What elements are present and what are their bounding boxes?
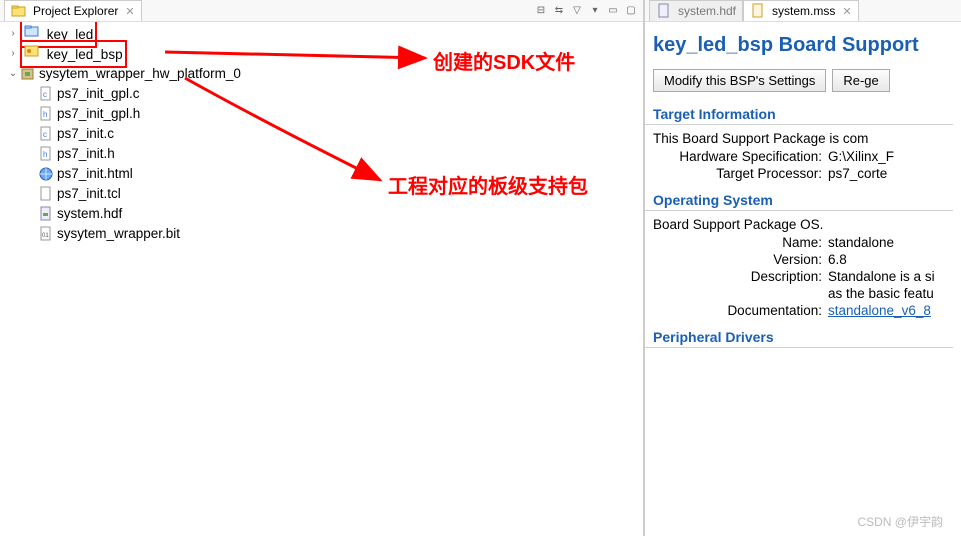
tree-item-hw-platform[interactable]: ⌄ sysytem_wrapper_hw_platform_0 <box>6 64 643 84</box>
explorer-title: Project Explorer <box>33 4 118 18</box>
os-version-label: Version: <box>653 252 828 267</box>
h-file-icon: h <box>38 146 54 162</box>
bsp-editor: key_led_bsp Board Support Modify this BS… <box>645 22 961 352</box>
file-label: ps7_init.tcl <box>57 184 121 204</box>
mss-file-icon <box>750 3 766 19</box>
hw-spec-label: Hardware Specification: <box>653 149 828 164</box>
collapse-icon[interactable]: ⌄ <box>6 64 20 84</box>
explorer-toolbar: ⊟ ⇆ ▽ ▾ ▭ ▢ <box>533 3 639 19</box>
c-file-icon: c <box>38 86 54 102</box>
os-desc-label: Description: <box>653 269 828 284</box>
svg-text:c: c <box>43 130 47 139</box>
expand-icon[interactable]: › <box>6 24 20 44</box>
file-label: ps7_init_gpl.c <box>57 84 140 104</box>
bit-file-icon: 01 <box>38 226 54 242</box>
target-proc-label: Target Processor: <box>653 166 828 181</box>
tree-item-key-led-bsp[interactable]: › key_led_bsp <box>6 44 643 64</box>
regenerate-button[interactable]: Re-ge <box>832 69 889 92</box>
view-menu-icon[interactable]: ▾ <box>587 3 603 19</box>
filter-icon[interactable]: ▽ <box>569 3 585 19</box>
tree-label: key_led_bsp <box>47 47 123 62</box>
maximize-icon[interactable]: ▢ <box>623 3 639 19</box>
tree-item-file[interactable]: ps7_init.html <box>6 164 643 184</box>
project-icon <box>24 23 40 39</box>
bsp-icon <box>24 43 40 59</box>
os-desc-value-2: as the basic featu <box>828 286 961 301</box>
svg-text:01: 01 <box>42 233 49 239</box>
close-icon[interactable]: ✕ <box>842 5 851 18</box>
section-os: Operating System <box>645 182 953 211</box>
file-label: sysytem_wrapper.bit <box>57 224 180 244</box>
file-label: ps7_init.h <box>57 144 115 164</box>
project-explorer-panel: Project Explorer ✕ ⊟ ⇆ ▽ ▾ ▭ ▢ › key_led <box>0 0 645 536</box>
file-label: ps7_init.c <box>57 124 114 144</box>
hw-spec-value: G:\Xilinx_F <box>828 149 961 164</box>
file-label: system.hdf <box>57 204 122 224</box>
tab-system-mss[interactable]: system.mss ✕ <box>743 0 859 21</box>
os-name-value: standalone <box>828 235 961 250</box>
h-file-icon: h <box>38 106 54 122</box>
minimize-icon[interactable]: ▭ <box>605 3 621 19</box>
tab-label: system.hdf <box>678 4 736 18</box>
os-text: Board Support Package OS. <box>645 215 961 234</box>
editor-tabs: system.hdf system.mss ✕ <box>645 0 961 22</box>
watermark: CSDN @伊宇韵 <box>857 513 943 530</box>
project-tree[interactable]: › key_led › key_led_bsp ⌄ sysytem_wrappe… <box>0 22 643 244</box>
hdf-file-icon <box>38 206 54 222</box>
os-version-value: 6.8 <box>828 252 961 267</box>
explorer-tab[interactable]: Project Explorer ✕ <box>4 0 142 21</box>
tree-item-file[interactable]: c ps7_init_gpl.c <box>6 84 643 104</box>
os-doc-link[interactable]: standalone_v6_8 <box>828 303 961 318</box>
os-doc-label: Documentation: <box>653 303 828 318</box>
explorer-header: Project Explorer ✕ ⊟ ⇆ ▽ ▾ ▭ ▢ <box>0 0 643 22</box>
folder-nav-icon <box>11 3 27 19</box>
tree-item-file[interactable]: ps7_init.tcl <box>6 184 643 204</box>
editor-panel: system.hdf system.mss ✕ key_led_bsp Boar… <box>645 0 961 536</box>
tree-item-file[interactable]: h ps7_init.h <box>6 144 643 164</box>
file-label: ps7_init.html <box>57 164 133 184</box>
section-peripheral: Peripheral Drivers <box>645 319 953 348</box>
section-target-info: Target Information <box>645 96 953 125</box>
file-label: ps7_init_gpl.h <box>57 104 140 124</box>
modify-bsp-button[interactable]: Modify this BSP's Settings <box>653 69 826 92</box>
tree-item-file[interactable]: h ps7_init_gpl.h <box>6 104 643 124</box>
html-file-icon <box>38 166 54 182</box>
target-info-text: This Board Support Package is com <box>645 129 961 148</box>
svg-text:h: h <box>43 150 47 159</box>
expand-icon[interactable]: › <box>6 44 20 64</box>
tree-item-file[interactable]: c ps7_init.c <box>6 124 643 144</box>
close-icon[interactable]: ✕ <box>125 5 134 18</box>
os-desc-value: Standalone is a si <box>828 269 961 284</box>
hw-platform-icon <box>20 66 36 82</box>
svg-text:c: c <box>43 90 47 99</box>
link-editor-icon[interactable]: ⇆ <box>551 3 567 19</box>
os-name-label: Name: <box>653 235 828 250</box>
c-file-icon: c <box>38 126 54 142</box>
tab-system-hdf[interactable]: system.hdf <box>649 0 743 21</box>
tab-label: system.mss <box>772 4 835 18</box>
bsp-title: key_led_bsp Board Support <box>645 22 961 65</box>
tree-label: sysytem_wrapper_hw_platform_0 <box>39 64 241 84</box>
tree-item-file[interactable]: 01 sysytem_wrapper.bit <box>6 224 643 244</box>
hdf-file-icon <box>656 3 672 19</box>
tree-item-file[interactable]: system.hdf <box>6 204 643 224</box>
tcl-file-icon <box>38 186 54 202</box>
svg-text:h: h <box>43 110 47 119</box>
target-proc-value: ps7_corte <box>828 166 961 181</box>
collapse-all-icon[interactable]: ⊟ <box>533 3 549 19</box>
